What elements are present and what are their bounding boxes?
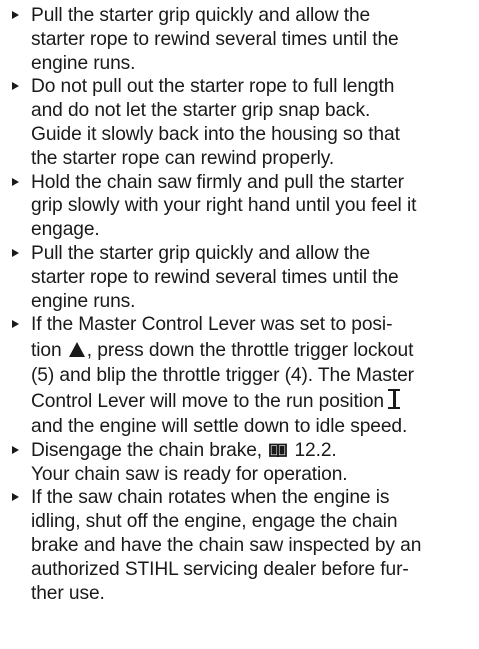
bullet-arrow-icon — [12, 82, 19, 91]
instruction-line: idling, shut off the engine, engage the … — [31, 511, 398, 533]
bullet-arrow-icon — [12, 248, 19, 257]
instruction-line: grip slowly with your right hand until y… — [31, 195, 417, 217]
instruction-list: Pull the starter grip quickly and allow … — [0, 0, 479, 605]
bullet-arrow-icon — [12, 11, 19, 19]
choke-position-triangle-icon — [68, 342, 85, 358]
instruction-line: Hold the chain saw firmly and pull the s… — [31, 171, 404, 193]
bullet-arrow-icon — [12, 177, 19, 186]
instruction-line: engine runs. — [31, 52, 136, 74]
bullet-arrow-icon — [12, 493, 19, 502]
instruction-line: starter rope to rewind several times unt… — [31, 266, 399, 288]
instruction-line: engage. — [31, 219, 100, 241]
book-reference-icon — [269, 443, 288, 458]
instruction-line: starter rope to rewind several times unt… — [31, 28, 399, 50]
instruction-line: brake and have the chain saw inspected b… — [31, 534, 422, 556]
instruction-line: Do not pull out the starter rope to full… — [31, 76, 395, 98]
instruction-line: Disengage the chain brake, 12.2. — [31, 439, 473, 463]
instruction-item-hold-saw: Hold the chain saw firmly and pull the s… — [8, 171, 473, 242]
instruction-text: tion — [31, 340, 62, 362]
bullet-arrow-icon — [12, 445, 19, 454]
instruction-item-disengage-brake: Disengage the chain brake, 12.2. Your ch… — [8, 439, 473, 487]
bullet-arrow-icon — [12, 320, 19, 329]
instruction-line: If the Master Control Lever was set to p… — [31, 314, 393, 336]
instruction-text: Control Lever will move to the run posit… — [31, 390, 384, 412]
instruction-line: If the saw chain rotates when the engine… — [31, 487, 390, 509]
instruction-line: and do not let the starter grip snap bac… — [31, 100, 371, 122]
instruction-line: ther use. — [31, 582, 105, 604]
instruction-line: and the engine will settle down to idle … — [31, 415, 408, 437]
section-reference: 12.2. — [294, 439, 337, 461]
instruction-line: Pull the starter grip quickly and allow … — [31, 5, 371, 26]
run-position-symbol-icon — [387, 388, 400, 409]
instruction-text: , press down the throttle trigger lockou… — [86, 340, 414, 362]
instruction-item-master-control-lever: If the Master Control Lever was set to p… — [8, 313, 473, 438]
instruction-line: Control Lever will move to the run posit… — [31, 388, 473, 415]
instruction-item-starter-rope-caution: Do not pull out the starter rope to full… — [8, 75, 473, 170]
instruction-line: Guide it slowly back into the housing so… — [31, 123, 400, 145]
instruction-line: engine runs. — [31, 290, 136, 312]
instruction-line: tion , press down the throttle trigger l… — [31, 337, 473, 364]
instruction-line: Pull the starter grip quickly and allow … — [31, 242, 371, 264]
instruction-line: Your chain saw is ready for operation. — [31, 463, 348, 485]
instruction-line: (5) and blip the throttle trigger (4). T… — [31, 365, 414, 387]
instruction-line: the starter rope can rewind properly. — [31, 147, 335, 169]
instruction-text: Disengage the chain brake, — [31, 439, 263, 461]
instruction-item-pull-starter-1: Pull the starter grip quickly and allow … — [8, 4, 473, 75]
instruction-item-saw-chain-rotates: If the saw chain rotates when the engine… — [8, 486, 473, 605]
instruction-line: authorized STIHL servicing dealer before… — [31, 558, 409, 580]
instruction-item-pull-starter-2: Pull the starter grip quickly and allow … — [8, 242, 473, 313]
